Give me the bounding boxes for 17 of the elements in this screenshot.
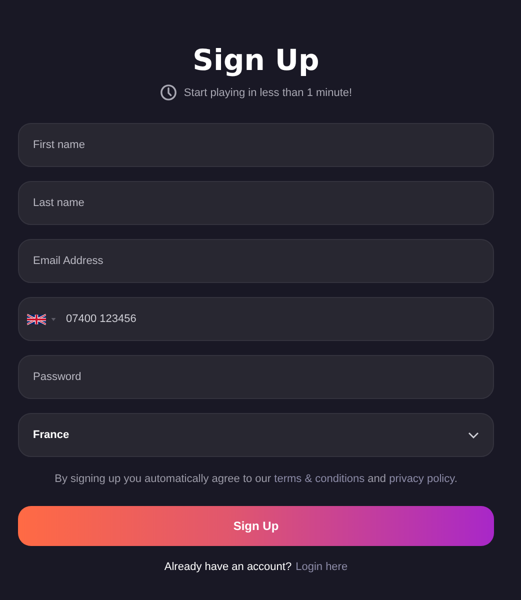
text-field[interactable]: Last name [18, 181, 494, 225]
privacy-link[interactable]: privacy policy [389, 473, 454, 485]
terms-link[interactable]: terms & conditions [274, 473, 365, 485]
sign-up-button[interactable]: Sign Up [18, 506, 494, 546]
text-field[interactable]: Email Address [18, 239, 494, 283]
login-link[interactable]: Login here [296, 561, 348, 573]
subtitle: Start playing in less than 1 minute! [184, 86, 352, 98]
password-field[interactable]: Password [18, 355, 494, 399]
login-prompt: Already have an account? [164, 561, 292, 573]
phone-field[interactable]: 07400 123456 [66, 313, 166, 325]
chevron-icon [468, 432, 479, 438]
terms-text: By signing up you automatically agree to our terms & conditions and privacy policy. [54, 473, 458, 485]
clock-icon [160, 84, 177, 101]
country-select[interactable]: France [18, 413, 494, 457]
flag-icon[interactable] [27, 314, 46, 324]
page-title: Sign Up [192, 42, 320, 79]
text-field[interactable]: First name [18, 123, 494, 167]
